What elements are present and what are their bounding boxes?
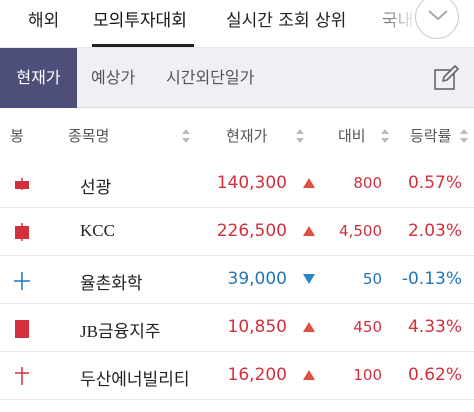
sub-tab-expected-price[interactable]: 예상가 <box>91 48 135 108</box>
stock-name: 선광 <box>80 178 112 198</box>
tab-realtime-top[interactable]: 실시간 조회 상위 <box>226 6 346 31</box>
candle-icon <box>14 272 30 290</box>
header-price[interactable]: 현재가 <box>226 125 267 146</box>
stock-rate: 2.03% <box>407 221 462 241</box>
header-change[interactable]: 대비 <box>338 125 366 146</box>
candle-icon <box>15 223 29 241</box>
candle-icon <box>15 178 29 190</box>
up-arrow-icon <box>303 322 315 332</box>
top-tab-bar: 해외 모의투자대회 실시간 조회 상위 국내 <box>0 0 474 48</box>
stock-price: 140,300 <box>216 173 287 193</box>
sort-arrows-icon[interactable] <box>380 128 390 144</box>
stock-change: 800 <box>353 174 382 192</box>
stock-change: 450 <box>353 318 382 336</box>
tab-overseas[interactable]: 해외 <box>28 6 59 31</box>
stock-name: 두산에너빌리티 <box>80 370 190 390</box>
up-arrow-icon <box>303 178 315 188</box>
sub-tab-bar: 현재가 예상가 시간외단일가 <box>0 48 474 108</box>
table-row[interactable]: 선광 140,300 800 0.57% <box>0 160 474 208</box>
candle-icon <box>15 367 29 385</box>
tab-mock-investment[interactable]: 모의투자대회 <box>93 6 187 31</box>
table-row[interactable]: JB금융지주 10,850 450 4.33% <box>0 304 474 352</box>
up-arrow-icon <box>303 370 315 380</box>
table-header: 봉 종목명 현재가 대비 등락률 <box>0 108 474 162</box>
table-row[interactable]: 두산에너빌리티 16,200 100 0.62% <box>0 352 474 400</box>
stock-rate: -0.13% <box>401 269 462 289</box>
stock-name: JB금융지주 <box>80 322 161 341</box>
stock-price: 10,850 <box>227 317 287 337</box>
table-row[interactable]: 율촌화학 39,000 50 -0.13% <box>0 256 474 304</box>
sub-tab-current-price[interactable]: 현재가 <box>0 48 77 108</box>
up-arrow-icon <box>303 226 315 236</box>
stock-change: 50 <box>362 270 382 288</box>
header-name[interactable]: 종목명 <box>68 125 109 146</box>
edit-icon[interactable] <box>433 65 459 91</box>
stock-price: 16,200 <box>227 365 287 385</box>
stock-change: 4,500 <box>339 222 382 240</box>
stock-name: KCC <box>80 221 115 240</box>
table-row[interactable]: KCC 226,500 4,500 2.03% <box>0 208 474 256</box>
sort-arrows-icon[interactable] <box>181 128 191 144</box>
header-candle: 봉 <box>10 127 24 145</box>
chevron-down-icon <box>428 10 448 21</box>
candle-icon <box>15 320 29 338</box>
active-tab-indicator <box>92 44 194 47</box>
header-rate[interactable]: 등락률 <box>410 125 451 146</box>
sub-tab-after-hours[interactable]: 시간외단일가 <box>166 48 254 108</box>
stock-name: 율촌화학 <box>80 274 143 294</box>
sort-arrows-icon[interactable] <box>459 128 469 144</box>
stock-rate: 0.62% <box>407 365 462 385</box>
stock-change: 100 <box>353 366 382 384</box>
stock-rate: 4.33% <box>407 317 462 337</box>
stock-rate: 0.57% <box>407 173 462 193</box>
sort-arrows-icon[interactable] <box>295 128 305 144</box>
stock-price: 39,000 <box>227 269 287 289</box>
stock-price: 226,500 <box>216 221 287 241</box>
down-arrow-icon <box>303 274 315 284</box>
